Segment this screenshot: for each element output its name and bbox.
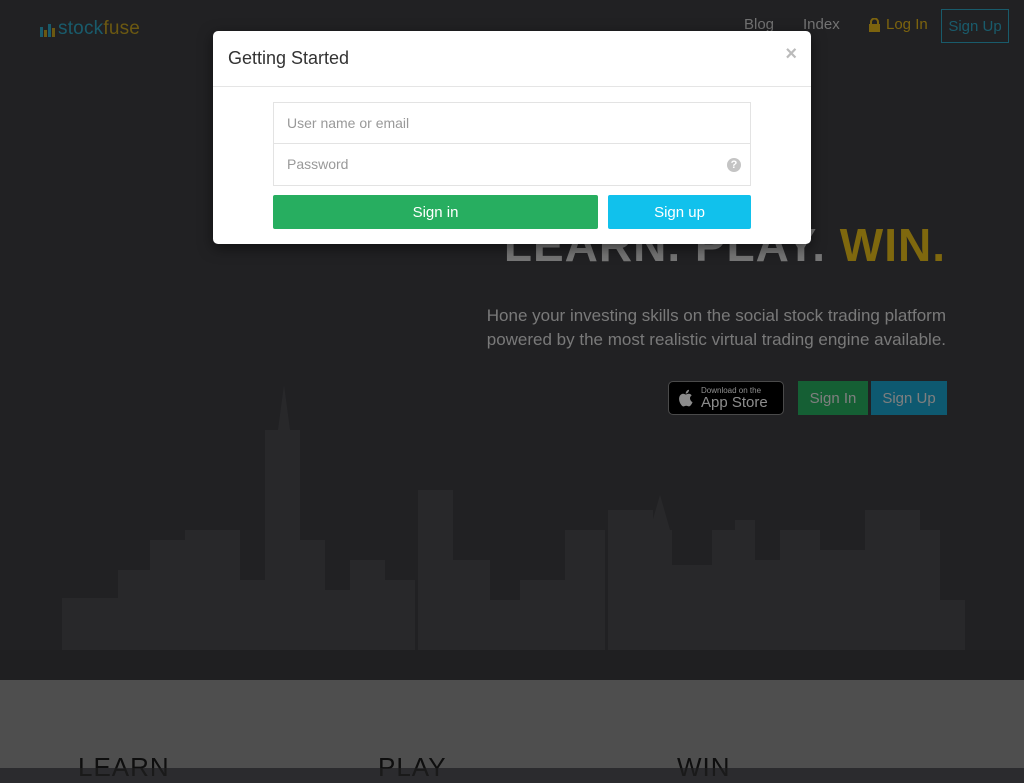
password-field[interactable]: ? bbox=[273, 144, 751, 186]
close-icon[interactable]: × bbox=[785, 43, 797, 66]
signin-button[interactable]: Sign in bbox=[273, 195, 598, 229]
modal-title: Getting Started bbox=[228, 48, 350, 68]
modal-header: Getting Started × bbox=[213, 31, 811, 87]
username-input[interactable] bbox=[274, 103, 707, 143]
username-field[interactable] bbox=[273, 102, 751, 144]
help-icon[interactable]: ? bbox=[727, 158, 741, 172]
getting-started-modal: Getting Started × ? Sign in Sign up bbox=[213, 31, 811, 244]
signup-button[interactable]: Sign up bbox=[608, 195, 751, 229]
password-input[interactable] bbox=[274, 144, 707, 184]
